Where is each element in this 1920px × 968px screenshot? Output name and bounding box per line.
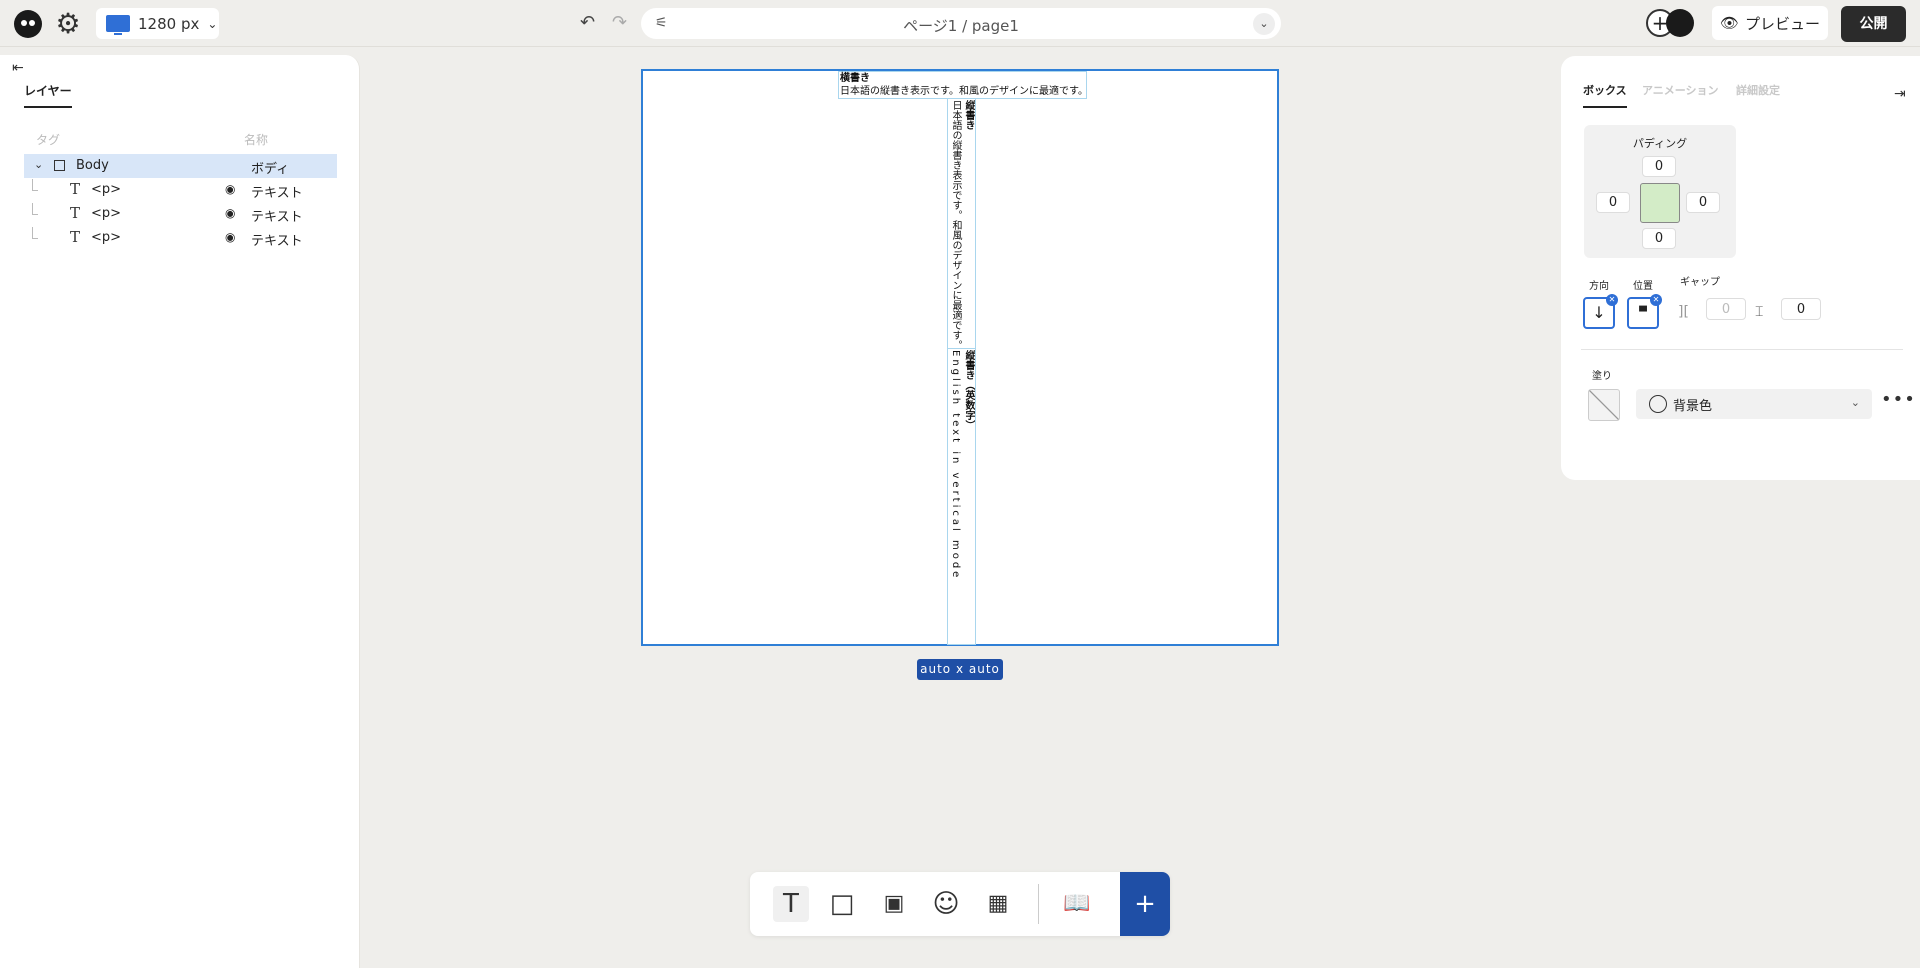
- vertical-english-heading: 縦書き（英数字）: [963, 350, 974, 430]
- row-gap-icon: ⌶: [1755, 304, 1764, 320]
- row-gap-input[interactable]: 0: [1781, 298, 1821, 320]
- properties-panel: ボックス アニメーション 詳細設定 ⇥ パディング 0 0 0 0 方向 位置 …: [1561, 56, 1920, 480]
- padding-top-input[interactable]: 0: [1642, 156, 1676, 177]
- app-logo-icon[interactable]: [14, 10, 42, 38]
- layer-name: テキスト: [251, 234, 303, 249]
- page-selector[interactable]: ⚟ ページ1 / page1 ⌄: [641, 8, 1281, 39]
- preview-button[interactable]: 👁 プレビュー: [1712, 6, 1828, 40]
- tab-box[interactable]: ボックス: [1583, 82, 1627, 108]
- color-circle-icon: [1649, 395, 1667, 413]
- horizontal-heading: 横書き: [840, 73, 870, 84]
- column-gap-icon: ][: [1678, 304, 1689, 320]
- tab-layers[interactable]: レイヤー: [24, 82, 72, 108]
- tab-advanced[interactable]: 詳細設定: [1736, 82, 1780, 98]
- background-color-select[interactable]: 背景色 ⌄: [1636, 389, 1872, 419]
- more-options-icon[interactable]: •••: [1881, 389, 1916, 410]
- column-header-tag: タグ: [36, 133, 61, 147]
- emoji-icon[interactable]: ☺: [928, 886, 964, 922]
- visibility-eye-icon[interactable]: ◉: [225, 206, 235, 220]
- box-icon: [54, 160, 65, 171]
- redo-icon[interactable]: ↷: [612, 12, 627, 33]
- layer-panel: ⇤ レイヤー タグ 名称 ⌄ Body ボディ T <p> ◉ テキスト T <…: [0, 55, 360, 968]
- settings-gear-icon[interactable]: ⚙: [53, 9, 83, 39]
- fill-swatch[interactable]: [1588, 389, 1620, 421]
- undo-icon[interactable]: ↶: [580, 12, 595, 33]
- column-gap-input[interactable]: 0: [1706, 298, 1746, 320]
- padding-bottom-input[interactable]: 0: [1642, 228, 1676, 249]
- layer-row-text[interactable]: T <p> ◉ テキスト: [24, 226, 337, 250]
- layer-tag: Body: [76, 158, 109, 173]
- publish-button[interactable]: 公開: [1841, 6, 1906, 42]
- grid-icon[interactable]: ▦: [980, 886, 1016, 922]
- layer-name: テキスト: [251, 210, 303, 225]
- layer-name: ボディ: [251, 162, 290, 177]
- preview-label: プレビュー: [1745, 14, 1821, 33]
- add-collaborator-button[interactable]: +: [1646, 9, 1696, 39]
- layer-row-body[interactable]: ⌄ Body ボディ: [24, 154, 337, 178]
- size-badge: auto x auto: [917, 659, 1003, 680]
- image-icon[interactable]: ▣: [876, 886, 912, 922]
- padding-label: パディング: [1632, 137, 1688, 150]
- toolbar-divider: [1038, 884, 1039, 924]
- layer-tag: <p>: [91, 206, 122, 221]
- align-top-left-icon: ▀: [1639, 307, 1647, 318]
- add-element-button[interactable]: +: [1120, 872, 1170, 936]
- direction-label: 方向: [1589, 281, 1609, 292]
- chevron-down-icon: ⌄: [207, 16, 218, 31]
- horizontal-body: 日本語の縦書き表示です。和風のデザインに最適です。: [840, 86, 1088, 97]
- layer-tag: <p>: [91, 230, 122, 245]
- column-header-name: 名称: [244, 133, 269, 147]
- text-block-vertical[interactable]: 縦書き 日本語の縦書き表示です。和風のデザインに最適です。: [947, 98, 976, 349]
- collapse-panel-icon[interactable]: ⇥: [1894, 86, 1906, 102]
- page-name: ページ1 / page1: [903, 17, 1019, 35]
- eye-icon: 👁: [1719, 14, 1740, 32]
- avatar: [1666, 9, 1694, 37]
- clear-icon[interactable]: ✕: [1650, 294, 1662, 306]
- fill-label: 塗り: [1592, 371, 1612, 382]
- insert-toolbar: T □ ▣ ☺ ▦ 📖 +: [750, 872, 1170, 936]
- collapse-panel-icon[interactable]: ⇤: [12, 60, 24, 76]
- padding-left-input[interactable]: 0: [1596, 192, 1630, 213]
- layer-row-text[interactable]: T <p> ◉ テキスト: [24, 178, 337, 202]
- text-block-vertical-english[interactable]: 縦書き（英数字） English text in vertical mode: [947, 348, 976, 645]
- book-icon[interactable]: 📖: [1059, 886, 1095, 922]
- device-width-value: 1280 px: [138, 14, 200, 33]
- visibility-eye-icon[interactable]: ◉: [225, 182, 235, 196]
- text-icon: T: [70, 180, 81, 198]
- padding-right-input[interactable]: 0: [1686, 192, 1720, 213]
- arrow-down-icon: ↓: [1592, 303, 1606, 322]
- monitor-icon: [106, 15, 130, 35]
- page-dropdown-icon[interactable]: ⌄: [1253, 13, 1275, 35]
- tab-animation[interactable]: アニメーション: [1642, 82, 1719, 98]
- divider: [1581, 349, 1903, 350]
- text-icon: T: [70, 228, 81, 246]
- chevron-down-icon: ⌄: [1850, 396, 1860, 409]
- chevron-down-icon[interactable]: ⌄: [34, 158, 43, 171]
- visibility-eye-icon[interactable]: ◉: [225, 230, 235, 244]
- clear-icon[interactable]: ✕: [1606, 294, 1618, 306]
- padding-editor: パディング 0 0 0 0: [1584, 125, 1736, 258]
- box-icon[interactable]: □: [824, 886, 860, 922]
- device-width-select[interactable]: 1280 px ⌄: [96, 8, 219, 39]
- position-label: 位置: [1633, 281, 1653, 292]
- layer-name: テキスト: [251, 186, 303, 201]
- gap-label: ギャップ: [1680, 277, 1720, 288]
- layer-tag: <p>: [91, 182, 122, 197]
- top-bar: ⚙ 1280 px ⌄ ↶ ↷ ⚟ ページ1 / page1 ⌄ + 👁 プレビ…: [0, 0, 1920, 47]
- position-button[interactable]: ▀ ✕: [1627, 294, 1662, 329]
- vertical-english-body: English text in vertical mode: [950, 350, 961, 581]
- text-block-horizontal[interactable]: 横書き 日本語の縦書き表示です。和風のデザインに最適です。: [838, 71, 1088, 99]
- background-color-label: 背景色: [1673, 398, 1713, 414]
- padding-content-box: [1640, 183, 1680, 223]
- text-icon[interactable]: T: [773, 886, 809, 922]
- text-icon: T: [70, 204, 81, 222]
- layer-row-text[interactable]: T <p> ◉ テキスト: [24, 202, 337, 226]
- direction-button[interactable]: ↓ ✕: [1583, 294, 1618, 329]
- page-canvas[interactable]: 横書き 日本語の縦書き表示です。和風のデザインに最適です。 縦書き 日本語の縦書…: [641, 69, 1279, 646]
- vertical-heading: 縦書き: [963, 100, 974, 130]
- vertical-body: 日本語の縦書き表示です。和風のデザインに最適です。: [950, 100, 961, 349]
